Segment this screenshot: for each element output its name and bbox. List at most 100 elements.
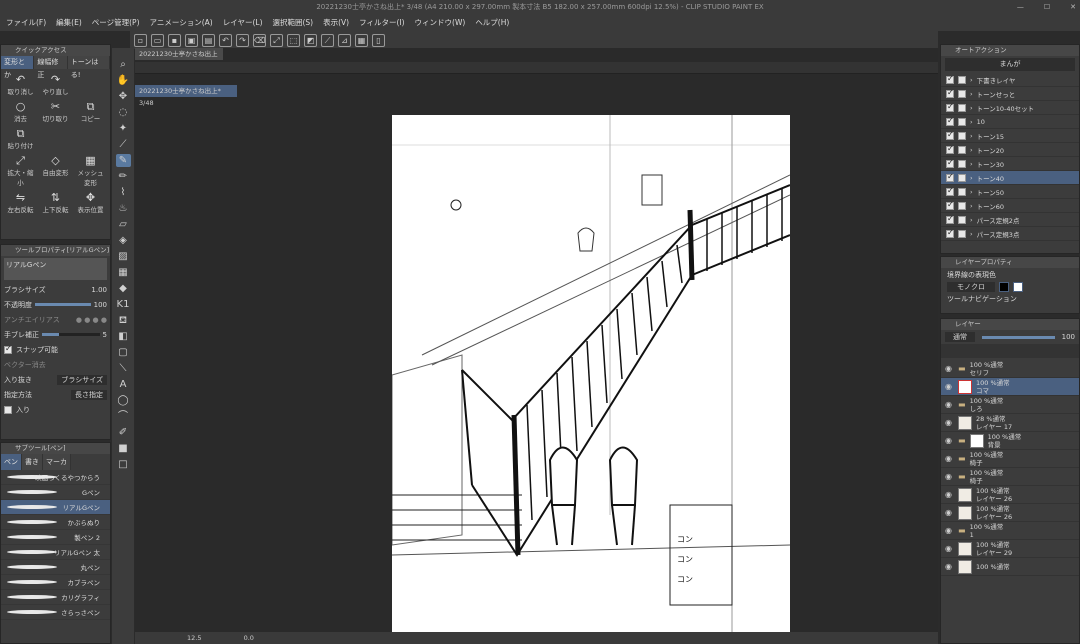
- layer-row[interactable]: ◉ 100 %通常 コマ: [941, 378, 1079, 396]
- action-toggle[interactable]: [958, 103, 966, 112]
- action-row[interactable]: ›トーン50: [941, 185, 1079, 199]
- action-toggle[interactable]: [958, 187, 966, 196]
- stabilization-slider[interactable]: [42, 333, 100, 336]
- fill-icon[interactable]: ◩: [304, 33, 317, 47]
- menu-animation[interactable]: アニメーション(A): [150, 17, 213, 28]
- action-row[interactable]: ›パース定規3点: [941, 227, 1079, 241]
- eye-icon[interactable]: ◉: [945, 544, 954, 553]
- method-row[interactable]: 指定方法 長さ指定: [1, 387, 110, 402]
- anti-alias-row[interactable]: アンチエイリアス ● ● ● ●: [1, 312, 110, 327]
- layer-row[interactable]: ◉ ▬ 100 %通常 しろ: [941, 396, 1079, 414]
- eye-icon[interactable]: ◉: [945, 436, 954, 445]
- new-icon[interactable]: ▫: [134, 33, 147, 47]
- action-toggle[interactable]: [958, 229, 966, 238]
- action-checkbox[interactable]: [946, 102, 954, 112]
- layer-opacity-slider[interactable]: [982, 335, 1055, 339]
- action-checkbox[interactable]: [946, 130, 954, 140]
- text-icon[interactable]: A: [116, 378, 131, 391]
- eye-icon[interactable]: ◉: [945, 400, 954, 409]
- action-row[interactable]: ›トーン15: [941, 129, 1079, 143]
- tab-brush[interactable]: 書き: [22, 454, 43, 470]
- menu-filter[interactable]: フィルター(I): [359, 17, 404, 28]
- paste-button[interactable]: ⧉ 貼り付け: [5, 127, 36, 150]
- tab-marker[interactable]: マーカ: [43, 454, 71, 470]
- layer-row[interactable]: ◉ ▬ 100 %通常 1: [941, 522, 1079, 540]
- eye-icon[interactable]: ◉: [945, 508, 954, 517]
- redo-icon[interactable]: ↷: [236, 33, 249, 47]
- tab-pen[interactable]: ペン: [1, 454, 22, 470]
- action-row[interactable]: ›パース定規2点: [941, 213, 1079, 227]
- action-checkbox[interactable]: [946, 186, 954, 196]
- in-out-row[interactable]: 入り抜き ブラシサイズ: [1, 372, 110, 387]
- menu-edit[interactable]: 編集(E): [56, 17, 82, 28]
- brush-icon[interactable]: ⌇: [116, 186, 131, 199]
- opacity-value[interactable]: 100: [94, 301, 107, 309]
- zoom-value[interactable]: 12.5: [187, 634, 201, 642]
- brush-size-value[interactable]: 1.00: [91, 286, 107, 294]
- action-checkbox[interactable]: [946, 88, 954, 98]
- action-toggle[interactable]: [958, 201, 966, 210]
- action-checkbox[interactable]: [946, 228, 954, 238]
- layer-row[interactable]: ◉ ▬ 100 %通常 椅子: [941, 468, 1079, 486]
- anti-alias-dots-icon[interactable]: ● ● ● ●: [76, 316, 107, 324]
- tone-icon[interactable]: ◧: [116, 330, 131, 343]
- blend-mode-select[interactable]: 通常: [945, 332, 975, 342]
- main-color-icon[interactable]: ■: [116, 442, 131, 455]
- undo-icon[interactable]: ↶: [219, 33, 232, 47]
- opacity-row[interactable]: 不透明度 100: [1, 297, 110, 312]
- action-set-select[interactable]: まんが: [945, 58, 1075, 71]
- in-out-select[interactable]: ブラシサイズ: [57, 374, 107, 385]
- layer-opacity-value[interactable]: 100: [1062, 333, 1075, 341]
- method-select[interactable]: 長さ指定: [71, 389, 107, 400]
- keyword-icon[interactable]: K1: [116, 298, 131, 311]
- page-tab[interactable]: 20221230士亭かさね出上* 3/48: [135, 85, 237, 107]
- action-checkbox[interactable]: [946, 200, 954, 210]
- stabilization-row[interactable]: 手ブレ補正 5: [1, 327, 110, 342]
- pencil-icon[interactable]: ✏: [116, 170, 131, 183]
- action-row[interactable]: ›トーン10-40セット: [941, 101, 1079, 115]
- action-toggle[interactable]: [958, 131, 966, 140]
- brush-item[interactable]: リアルGペン 太: [1, 545, 110, 560]
- ruler-icon[interactable]: ⟍: [116, 362, 131, 375]
- copy-button[interactable]: ⧉ コピー: [75, 100, 106, 123]
- layer-row[interactable]: ◉ 100 %通常 レイヤー 26: [941, 504, 1079, 522]
- layer-row[interactable]: ◉ ▬ 100 %通常 椅子: [941, 450, 1079, 468]
- eye-icon[interactable]: ◉: [945, 382, 954, 391]
- frame-icon[interactable]: ▦: [116, 266, 131, 279]
- menu-help[interactable]: ヘルプ(H): [475, 17, 509, 28]
- layer-row[interactable]: ◉ ▬ 100 %通常 背景: [941, 432, 1079, 450]
- move-icon[interactable]: ✥: [116, 90, 131, 103]
- stabilization-value[interactable]: 5: [103, 331, 107, 339]
- layer-row[interactable]: ◉ ▬ 100 %通常 セリフ: [941, 360, 1079, 378]
- print-icon[interactable]: ▤: [202, 33, 215, 47]
- action-toggle[interactable]: [958, 173, 966, 182]
- action-checkbox[interactable]: [946, 74, 954, 84]
- figure-icon[interactable]: ▢: [116, 346, 131, 359]
- brush-item[interactable]: かぶらぬり: [1, 515, 110, 530]
- action-row[interactable]: ›トーン20: [941, 143, 1079, 157]
- cut-button[interactable]: ✂ 切り取り: [40, 100, 71, 123]
- eye-icon[interactable]: ◉: [945, 454, 954, 463]
- rotation-value[interactable]: 0.0: [244, 634, 254, 642]
- action-checkbox[interactable]: [946, 116, 954, 126]
- grid-icon[interactable]: ▦: [355, 33, 368, 47]
- action-row[interactable]: ›トーン60: [941, 199, 1079, 213]
- eye-icon[interactable]: ◉: [945, 472, 954, 481]
- zoom-icon[interactable]: ⌕: [116, 58, 131, 71]
- menu-layer[interactable]: レイヤー(L): [223, 17, 263, 28]
- eye-icon[interactable]: ◉: [945, 490, 954, 499]
- scale-button[interactable]: ⤢ 拡大・縮小: [5, 154, 36, 187]
- tab-transform[interactable]: 変形とか: [1, 56, 35, 79]
- eye-icon[interactable]: ◉: [945, 526, 954, 535]
- save-icon[interactable]: ▪: [168, 33, 181, 47]
- gradient-icon[interactable]: ▨: [116, 250, 131, 263]
- action-toggle[interactable]: [958, 75, 966, 84]
- canvas-area[interactable]: 20221230士亭かさね出上* 20221230士亭かさね出上* 3/48: [135, 48, 938, 644]
- layer-row[interactable]: ◉ 28 %通常 レイヤー 17: [941, 414, 1079, 432]
- tab-tone[interactable]: トーンはる!: [67, 56, 110, 79]
- magic-wand-icon[interactable]: ✦: [116, 122, 131, 135]
- action-row[interactable]: ›10: [941, 115, 1079, 129]
- sub-color-icon[interactable]: □: [116, 458, 131, 471]
- brush-item[interactable]: 映画つくるやつからう: [1, 470, 110, 485]
- black-swatch[interactable]: [999, 282, 1009, 292]
